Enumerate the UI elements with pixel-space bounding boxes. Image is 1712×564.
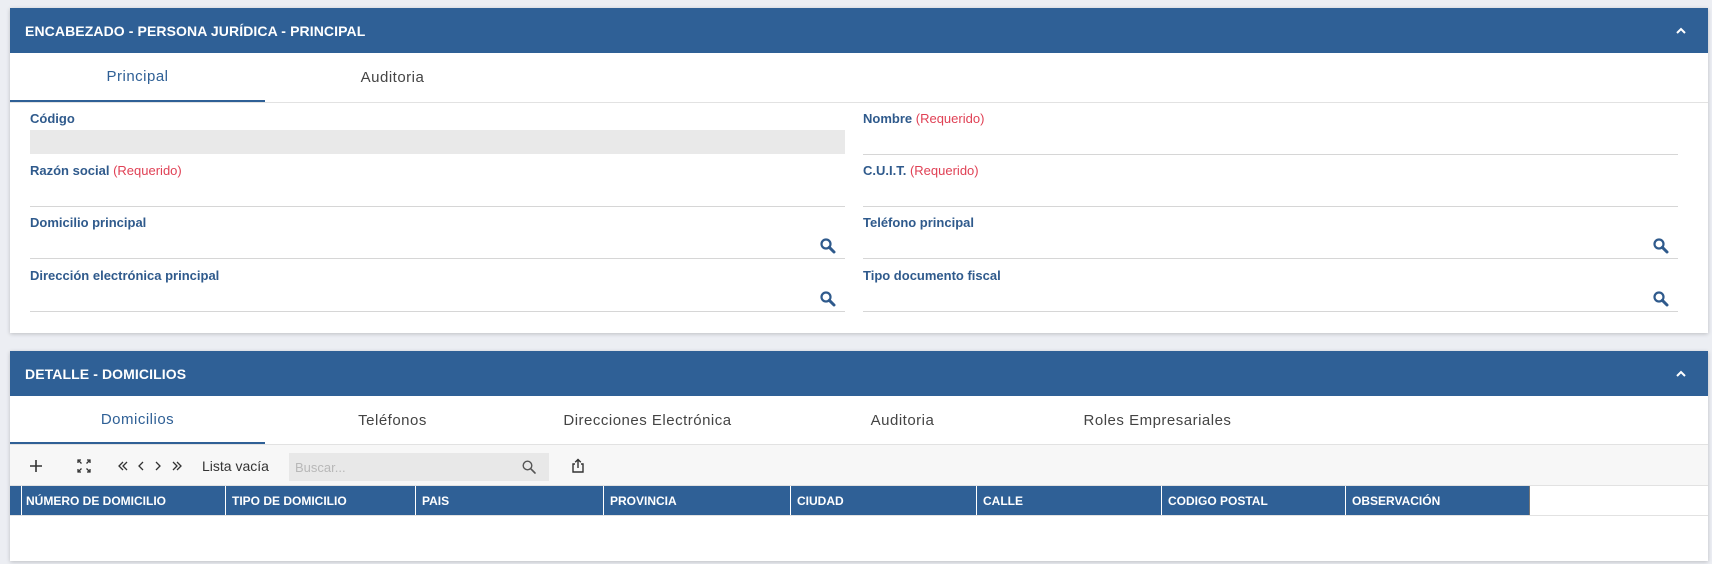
tab-auditoria[interactable]: Auditoria xyxy=(265,53,520,102)
cuit-input[interactable] xyxy=(863,181,1678,207)
column-tipo-domicilio[interactable]: TIPO DE DOMICILIO xyxy=(226,486,416,515)
tipo-documento-field: Tipo documento fiscal xyxy=(863,260,1678,312)
column-calle[interactable]: CALLE xyxy=(977,486,1162,515)
grid-toolbar: Lista vacía xyxy=(10,445,1708,486)
telefono-field: Teléfono principal xyxy=(863,207,1678,259)
domicilio-field: Domicilio principal xyxy=(30,207,845,259)
tipo-documento-label: Tipo documento fiscal xyxy=(863,268,1001,283)
column-codigo-postal[interactable]: CODIGO POSTAL xyxy=(1162,486,1346,515)
column-numero-domicilio[interactable]: NÚMERO DE DOMICILIO xyxy=(22,486,226,515)
nombre-required: (Requerido) xyxy=(915,111,985,126)
expand-icon[interactable] xyxy=(72,445,96,486)
grid-header-left-stub xyxy=(10,486,22,515)
list-status: Lista vacía xyxy=(202,457,269,474)
domicilio-label: Domicilio principal xyxy=(30,215,147,230)
search-icon[interactable] xyxy=(1652,237,1670,255)
add-icon[interactable] xyxy=(24,445,48,486)
chevron-up-icon[interactable] xyxy=(1669,19,1693,43)
tipo-documento-input[interactable] xyxy=(863,286,1678,312)
chevron-up-icon[interactable] xyxy=(1669,362,1693,386)
header-panel-titlebar: ENCABEZADO - PERSONA JURÍDICA - PRINCIPA… xyxy=(10,8,1708,53)
next-page-icon[interactable] xyxy=(151,445,165,486)
last-page-icon[interactable] xyxy=(168,445,186,486)
search-icon[interactable] xyxy=(819,237,837,255)
column-observacion[interactable]: OBSERVACIÓN xyxy=(1346,486,1530,515)
search-icon[interactable] xyxy=(521,459,537,475)
cuit-required: (Requerido) xyxy=(909,163,979,178)
tab-roles-empresariales[interactable]: Roles Empresariales xyxy=(1030,396,1285,444)
tab-domicilios[interactable]: Domicilios xyxy=(10,396,265,444)
export-icon[interactable] xyxy=(566,445,590,486)
search-icon[interactable] xyxy=(1652,290,1670,308)
razon-social-field: Razón social (Requerido) xyxy=(30,155,845,207)
razon-social-input[interactable] xyxy=(30,181,845,207)
direccion-electronica-label: Dirección electrónica principal xyxy=(30,268,220,283)
header-panel-title: ENCABEZADO - PERSONA JURÍDICA - PRINCIPA… xyxy=(25,22,366,39)
header-tabs: Principal Auditoria xyxy=(10,53,1708,103)
grid-divider xyxy=(10,515,1708,516)
domicilio-input[interactable] xyxy=(30,233,845,259)
grid-search-input[interactable] xyxy=(289,453,509,481)
tab-direcciones-electronica[interactable]: Direcciones Electrónica xyxy=(520,396,775,444)
header-panel: ENCABEZADO - PERSONA JURÍDICA - PRINCIPA… xyxy=(10,8,1708,333)
nombre-label: Nombre (Requerido) xyxy=(863,111,985,126)
tab-telefonos[interactable]: Teléfonos xyxy=(265,396,520,444)
tab-principal[interactable]: Principal xyxy=(10,53,265,102)
tab-auditoria-detalle[interactable]: Auditoria xyxy=(775,396,1030,444)
nombre-field: Nombre (Requerido) xyxy=(863,103,1678,155)
header-form: Código Nombre (Requerido) Razón social (… xyxy=(10,103,1708,333)
column-ciudad[interactable]: CIUDAD xyxy=(791,486,977,515)
detail-tabs: Domicilios Teléfonos Direcciones Electró… xyxy=(10,396,1708,445)
detail-panel: DETALLE - DOMICILIOS Domicilios Teléfono… xyxy=(10,351,1708,561)
search-icon[interactable] xyxy=(819,290,837,308)
cuit-label: C.U.I.T. (Requerido) xyxy=(863,163,979,178)
prev-page-icon[interactable] xyxy=(134,445,148,486)
detail-panel-title: DETALLE - DOMICILIOS xyxy=(25,365,187,382)
codigo-field: Código xyxy=(30,103,845,155)
detail-panel-titlebar: DETALLE - DOMICILIOS xyxy=(10,351,1708,396)
codigo-label: Código xyxy=(30,111,75,126)
data-grid: NÚMERO DE DOMICILIO TIPO DE DOMICILIO PA… xyxy=(10,486,1708,557)
first-page-icon[interactable] xyxy=(114,445,132,486)
cuit-field: C.U.I.T. (Requerido) xyxy=(863,155,1678,207)
direccion-electronica-input[interactable] xyxy=(30,286,845,312)
telefono-input[interactable] xyxy=(863,233,1678,259)
codigo-input[interactable] xyxy=(30,130,845,154)
direccion-electronica-field: Dirección electrónica principal xyxy=(30,260,845,312)
column-pais[interactable]: PAIS xyxy=(416,486,604,515)
razon-social-label: Razón social (Requerido) xyxy=(30,163,182,178)
grid-header: NÚMERO DE DOMICILIO TIPO DE DOMICILIO PA… xyxy=(10,486,1530,515)
grid-search xyxy=(289,453,549,481)
column-provincia[interactable]: PROVINCIA xyxy=(604,486,791,515)
razon-social-required: (Requerido) xyxy=(113,163,182,178)
telefono-label: Teléfono principal xyxy=(863,215,974,230)
nombre-input[interactable] xyxy=(863,129,1678,155)
